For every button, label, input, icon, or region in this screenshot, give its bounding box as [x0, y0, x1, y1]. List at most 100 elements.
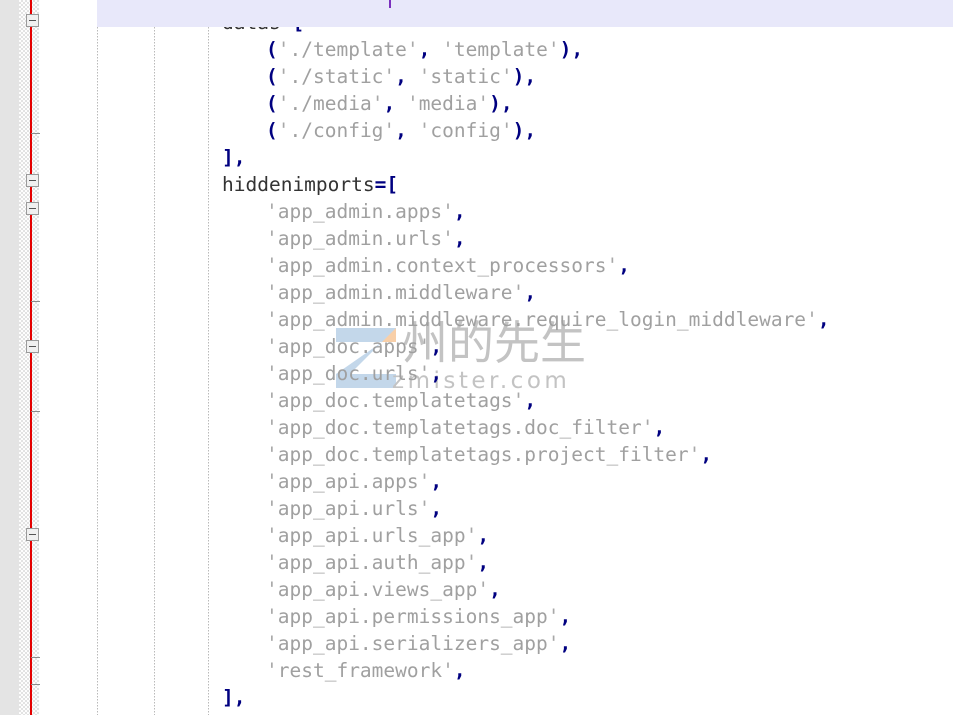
code-token-1: app_doc.apps	[277, 335, 419, 358]
code-line-hi-rest-framework[interactable]: 'rest_framework',	[0, 657, 953, 684]
code-token-8: '	[477, 92, 490, 115]
code-token-2: '	[418, 335, 431, 358]
code-line-hi-app-admin-apps[interactable]: 'app_admin.apps',	[0, 198, 953, 225]
code-token-2: '	[418, 497, 431, 520]
code-token-3: ,	[817, 308, 830, 331]
code-token-8: '	[547, 38, 560, 61]
code-token-0: '	[266, 524, 278, 547]
code-token-2: '	[641, 416, 654, 439]
code-token-6: '	[418, 65, 431, 88]
code-token-3: ,	[653, 416, 666, 439]
code-line-hi-app-api-apps[interactable]: 'app_api.apps',	[0, 468, 953, 495]
code-token-1: app_admin.apps	[277, 200, 443, 223]
code-line-hi-app-doc-project-filter[interactable]: 'app_doc.templatetags.project_filter',	[0, 441, 953, 468]
code-token-4: ,	[395, 65, 407, 88]
code-token-3: ,	[430, 362, 443, 385]
code-token-1: =[	[374, 173, 399, 196]
code-token-3: ,	[700, 443, 713, 466]
code-token-6: '	[418, 119, 431, 142]
code-line-hi-app-admin-require-login-middleware[interactable]: 'app_admin.middleware.require_login_midd…	[0, 306, 953, 333]
code-text-area[interactable]: binaries=[],datas=[('./template', 'templ…	[0, 0, 953, 715]
code-token-0: '	[266, 659, 278, 682]
code-line-datas-close[interactable]: ],	[0, 144, 953, 171]
code-line-hi-app-api-urls[interactable]: 'app_api.urls',	[0, 495, 953, 522]
code-token-0: '	[266, 470, 278, 493]
code-token-1: app_doc.urls	[277, 362, 419, 385]
code-line-hiddenimports-close[interactable]: ],	[0, 684, 953, 711]
code-token-2: '	[512, 389, 525, 412]
code-line-hi-app-admin-urls[interactable]: 'app_admin.urls',	[0, 225, 953, 252]
code-token-3: '	[383, 65, 396, 88]
code-token-0: '	[266, 632, 278, 655]
code-token-2: '	[442, 200, 454, 223]
code-token-0: (	[266, 119, 278, 142]
code-line-hi-app-api-permissions-app[interactable]: 'app_api.permissions_app',	[0, 603, 953, 630]
code-token-5	[430, 38, 442, 61]
code-token-3: ,	[524, 281, 537, 304]
code-token-8: '	[500, 65, 513, 88]
code-line-hi-app-doc-templatetags[interactable]: 'app_doc.templatetags',	[0, 387, 953, 414]
code-token-9: ),	[489, 92, 513, 115]
code-token-0: '	[266, 200, 278, 223]
code-token-1: app_api.permissions_app	[277, 605, 548, 628]
code-line-hi-app-api-serializers-app[interactable]: 'app_api.serializers_app',	[0, 630, 953, 657]
code-line-hi-app-doc-urls[interactable]: 'app_doc.urls',	[0, 360, 953, 387]
code-token-2: ./media	[289, 92, 372, 115]
code-token-2: '	[512, 281, 525, 304]
code-line-hi-app-doc-doc-filter[interactable]: 'app_doc.templatetags.doc_filter',	[0, 414, 953, 441]
code-line-hiddenimports-open[interactable]: hiddenimports=[	[0, 171, 953, 198]
code-token-6: '	[406, 92, 419, 115]
code-token-9: ),	[512, 119, 537, 142]
code-token-3: '	[383, 119, 396, 142]
code-token-3: ,	[453, 659, 466, 682]
code-token-1: app_api.urls	[277, 497, 419, 520]
code-token-0: '	[266, 308, 278, 331]
code-token-1: '	[277, 65, 290, 88]
code-token-3: '	[371, 92, 384, 115]
code-line-hi-app-doc-apps[interactable]: 'app_doc.apps',	[0, 333, 953, 360]
code-line-datas-config[interactable]: ('./config', 'config'),	[0, 117, 953, 144]
code-token-1: app_api.serializers_app	[277, 632, 548, 655]
code-token-3: ,	[559, 632, 572, 655]
code-token-3: ,	[453, 200, 466, 223]
code-token-2: '	[477, 578, 490, 601]
code-token-0: '	[266, 227, 278, 250]
code-token-1: app_doc.templatetags.doc_filter	[277, 416, 642, 439]
code-token-4: ,	[383, 92, 396, 115]
code-token-7: static	[430, 65, 501, 88]
code-line-hi-app-admin-middleware[interactable]: 'app_admin.middleware',	[0, 279, 953, 306]
code-token-0: '	[266, 578, 278, 601]
code-token-0: ],	[222, 146, 246, 169]
code-token-0: '	[266, 416, 278, 439]
code-token-8: '	[500, 119, 513, 142]
code-token-9: ),	[559, 38, 584, 61]
code-line-datas-media[interactable]: ('./media', 'media'),	[0, 90, 953, 117]
code-token-2: ./config	[289, 119, 384, 142]
code-token-2: '	[606, 254, 619, 277]
code-editor[interactable]: 州的先生 zmister.com binaries=[],datas=[('./…	[0, 0, 953, 715]
code-token-0: '	[266, 443, 278, 466]
code-token-1: '	[277, 38, 290, 61]
code-token-3: ,	[477, 551, 490, 574]
code-token-6: '	[442, 38, 454, 61]
current-line-highlight	[97, 0, 953, 27]
code-token-4: ,	[395, 119, 407, 142]
code-token-0: '	[266, 335, 278, 358]
code-token-3: ,	[477, 524, 490, 547]
code-token-5	[395, 92, 407, 115]
code-token-0: '	[266, 497, 278, 520]
code-line-datas-template[interactable]: ('./template', 'template'),	[0, 36, 953, 63]
code-line-hi-app-api-views-app[interactable]: 'app_api.views_app',	[0, 576, 953, 603]
code-token-0: ],	[222, 686, 246, 709]
code-token-3: ,	[453, 227, 466, 250]
code-token-3: ,	[559, 605, 572, 628]
text-caret	[389, 0, 391, 8]
code-token-1: app_admin.middleware.require_login_middl…	[277, 308, 807, 331]
code-line-datas-static[interactable]: ('./static', 'static'),	[0, 63, 953, 90]
code-token-3: ,	[430, 470, 443, 493]
code-line-hi-app-api-auth-app[interactable]: 'app_api.auth_app',	[0, 549, 953, 576]
code-line-hi-app-admin-context-processors[interactable]: 'app_admin.context_processors',	[0, 252, 953, 279]
code-token-1: '	[277, 119, 290, 142]
code-line-hi-app-api-urls-app[interactable]: 'app_api.urls_app',	[0, 522, 953, 549]
code-token-3: ,	[524, 389, 537, 412]
